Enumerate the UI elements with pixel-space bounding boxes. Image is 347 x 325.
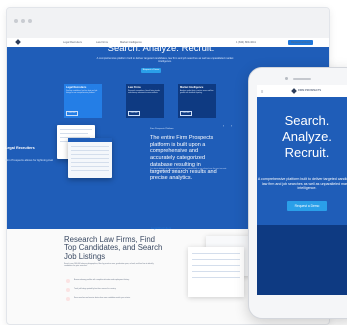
phone-speaker xyxy=(293,78,311,80)
carousel-next-icon[interactable]: › xyxy=(231,124,232,128)
phone-card-title: Legal Recruiters xyxy=(5,146,35,150)
hero-subtitle: A comprehensive platform built to delive… xyxy=(96,57,234,64)
section-text: Search over 160,000 attorney biographies… xyxy=(64,263,154,268)
window-maximize-dot xyxy=(28,19,32,23)
bullet-text: Browse attorney profiles with complete e… xyxy=(74,279,130,281)
window-minimize-dot xyxy=(21,19,25,23)
phone-subtitle: A comprehensive platform built to delive… xyxy=(257,177,347,191)
phone-title-line: Analyze. xyxy=(282,129,332,144)
card-text: Analyze market data, practice areas and … xyxy=(180,90,214,95)
card-legal-recruiters[interactable]: Legal Recruiters Find top candidates, la… xyxy=(64,84,102,118)
phone-request-demo-button[interactable]: Request a Demo xyxy=(287,201,327,211)
card-law-firms[interactable]: Law Firms Research competitors, lateral … xyxy=(126,84,164,118)
card-text: Research competitors, lateral hiring tre… xyxy=(128,90,160,95)
phone-screen: ≡ FIRM PROSPECTS Search. Analyze. Recrui… xyxy=(257,85,347,295)
phone-card-text: Firm Prospects allows for lightning-fast xyxy=(5,158,54,162)
phone-logo-text: FIRM PROSPECTS xyxy=(298,89,322,92)
feature-small-text: Our robust database of attorneys and law… xyxy=(150,168,227,173)
phone-title-line: Recruit. xyxy=(284,145,330,160)
firm-prospects-logo-icon xyxy=(291,88,297,94)
phone-card xyxy=(257,225,347,295)
browser-toolbar xyxy=(7,8,329,38)
candidate-list-screenshot xyxy=(188,247,244,297)
card-learn-more-button[interactable]: Learn More xyxy=(180,111,192,116)
phone-camera-icon xyxy=(285,77,288,80)
card-market-intelligence[interactable]: Market Intelligence Analyze market data,… xyxy=(178,84,216,118)
feature-body: The entire Firm Prospects platform is bu… xyxy=(150,135,217,182)
phone-title: Search. Analyze. Recruit. xyxy=(257,113,347,161)
section-title: Research Law Firms, Find Top Candidates,… xyxy=(64,235,163,261)
hero-request-demo-button[interactable]: Request a Demo xyxy=(141,68,161,73)
dashboard-table-screenshot xyxy=(68,138,112,178)
card-learn-more-button[interactable]: Learn More xyxy=(66,111,78,116)
bullet-icon xyxy=(66,297,70,301)
feature-heading: Firm Prospects Platform xyxy=(150,128,174,130)
card-title: Law Firms xyxy=(128,86,141,89)
window-close-dot xyxy=(14,19,18,23)
phone-title-line: Search. xyxy=(284,113,330,128)
card-title: Market Intelligence xyxy=(180,86,204,89)
carousel-prev-icon[interactable]: ‹ xyxy=(223,124,224,128)
bullet-icon xyxy=(66,288,70,292)
bullet-text: Save searches and receive alerts when ne… xyxy=(74,297,131,299)
card-learn-more-button[interactable]: Learn More xyxy=(128,111,140,116)
hamburger-menu-icon[interactable]: ≡ xyxy=(261,89,263,94)
card-text: Find top candidates, law firm data and j… xyxy=(66,90,98,95)
bullet-text: Track job listings posted by law firms a… xyxy=(74,288,117,290)
hero-title: Search. Analyze. Recruit. xyxy=(107,43,215,54)
card-title: Legal Recruiters xyxy=(66,86,87,89)
bullet-icon xyxy=(66,279,70,283)
